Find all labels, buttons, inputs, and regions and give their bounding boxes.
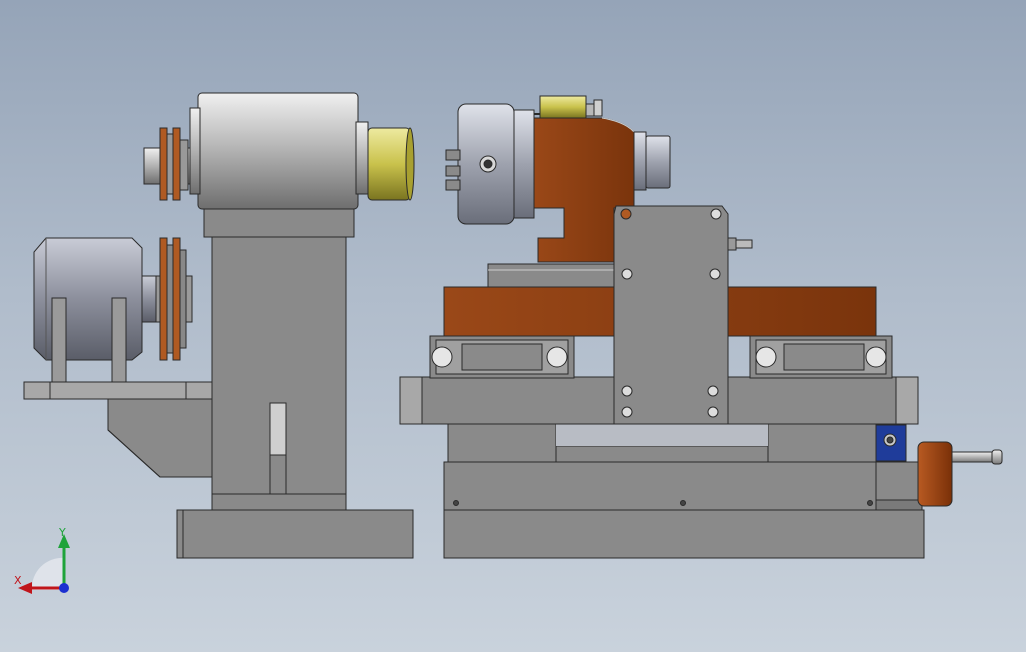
left-base-plate (176, 509, 414, 559)
workhead-end-cap (633, 131, 671, 191)
leadscrew-bearing (875, 424, 923, 511)
right-base-plate (443, 509, 925, 559)
grinding-wheel (367, 127, 415, 201)
motor-pulley (155, 237, 193, 361)
lower-slide-body (443, 423, 877, 511)
x-axis-label: X (14, 574, 22, 587)
y-axis-label: Y (59, 526, 66, 539)
triad-graphic (18, 534, 70, 594)
coordinate-triad: Y X (12, 526, 82, 600)
chuck (445, 103, 535, 225)
z-axis-dot (59, 583, 69, 593)
linear-bearing-right (749, 335, 893, 379)
headstock-column (203, 206, 355, 511)
rail (487, 263, 629, 288)
motor (33, 237, 157, 383)
linear-bearing-left (429, 335, 575, 379)
motor-bracket (23, 381, 213, 478)
lathe-assembly-drawing (23, 92, 1003, 559)
spindle-housing (189, 92, 369, 210)
spindle-pulley (143, 127, 191, 201)
cad-viewport[interactable]: Y X (0, 0, 1026, 652)
handwheel (917, 441, 1003, 507)
